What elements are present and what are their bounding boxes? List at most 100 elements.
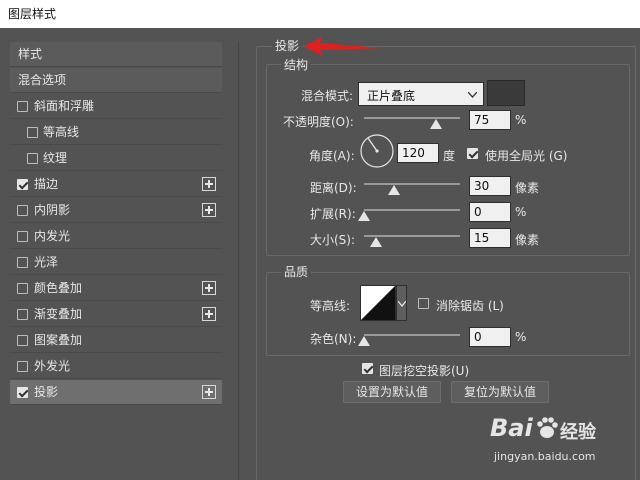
paw-icon (537, 417, 558, 438)
add-gradient-overlay-icon[interactable] (202, 307, 216, 321)
spread-slider-thumb[interactable] (358, 211, 370, 221)
checkbox-color-overlay[interactable] (17, 283, 28, 294)
style-list-item-contour[interactable]: 等高线 (10, 120, 222, 145)
noise-label: 杂色(N): (310, 332, 357, 346)
distance-input[interactable]: 30 (469, 176, 511, 196)
spread-input[interactable]: 0 (469, 202, 511, 222)
chevron-down-icon (398, 301, 406, 307)
style-list-item-label: 内阴影 (34, 203, 71, 217)
style-list-item-inner-glow[interactable]: 内发光 (10, 224, 222, 249)
distance-slider-thumb[interactable] (388, 185, 400, 195)
spread-slider-track[interactable] (364, 209, 460, 211)
checkbox-pattern-overlay[interactable] (17, 335, 28, 346)
style-list-item-drop-shadow[interactable]: 投影 (10, 380, 222, 405)
style-list-item-label: 描边 (34, 177, 59, 191)
noise-slider-track[interactable] (364, 334, 460, 336)
distance-slider-track[interactable] (364, 183, 460, 185)
opacity-label: 不透明度(O): (283, 115, 354, 129)
global-light-checkbox[interactable] (467, 148, 478, 159)
opacity-input[interactable]: 75 (469, 110, 511, 130)
baidu-watermark: Bai 经验 jingyan.baidu.com (490, 410, 610, 470)
window-title-bar: 图层样式 (0, 0, 640, 28)
style-list-item-label: 斜面和浮雕 (34, 99, 95, 113)
noise-input[interactable]: 0 (469, 327, 511, 347)
opacity-slider-thumb[interactable] (430, 119, 442, 129)
angle-dial-icon[interactable] (359, 133, 395, 169)
antialias-checkbox[interactable] (418, 298, 429, 309)
noise-unit: % (515, 330, 527, 344)
checkbox-drop-shadow[interactable] (17, 387, 28, 398)
checkbox-bevel-emboss[interactable] (17, 101, 28, 112)
contour-curve-icon (361, 286, 395, 320)
add-color-overlay-icon[interactable] (202, 281, 216, 295)
annotation-arrow-icon (304, 37, 384, 56)
checkbox-inner-glow[interactable] (17, 231, 28, 242)
shadow-color-swatch[interactable] (487, 80, 525, 106)
blend-mode-label: 混合模式: (301, 89, 354, 103)
reset-default-button[interactable]: 复位为默认值 (451, 381, 549, 403)
style-list-item-gradient-overlay[interactable]: 渐变叠加 (10, 302, 222, 327)
style-list-item-label: 光泽 (34, 255, 59, 269)
style-list-item-stroke[interactable]: 描边 (10, 172, 222, 197)
style-list-item-texture[interactable]: 纹理 (10, 146, 222, 171)
style-list-item-label: 投影 (34, 385, 59, 399)
style-list-item-label: 颜色叠加 (34, 281, 83, 295)
antialias-label: 消除锯齿 (L) (436, 299, 504, 313)
checkbox-inner-shadow[interactable] (17, 205, 28, 216)
contour-dropdown-button[interactable] (396, 285, 407, 321)
checkbox-texture[interactable] (27, 153, 38, 164)
structure-group-title: 结构 (281, 56, 312, 73)
style-list-header-styles[interactable]: 样式 (10, 42, 222, 67)
style-list-item-label: 等高线 (43, 125, 80, 139)
checkbox-stroke[interactable] (17, 179, 28, 190)
style-list-item-outer-glow[interactable]: 外发光 (10, 354, 222, 379)
style-list-item-label: 混合选项 (18, 73, 67, 87)
watermark-brand2: 经验 (560, 422, 596, 443)
size-input[interactable]: 15 (469, 228, 511, 248)
angle-unit: 度 (443, 149, 456, 163)
spread-label: 扩展(R): (310, 207, 356, 221)
spread-unit: % (515, 205, 527, 219)
style-list-item-label: 图案叠加 (34, 333, 83, 347)
make-default-button[interactable]: 设置为默认值 (343, 381, 441, 403)
style-list-item-inner-shadow[interactable]: 内阴影 (10, 198, 222, 223)
size-label: 大小(S): (310, 233, 356, 247)
angle-input[interactable]: 120 (397, 143, 439, 163)
add-inner-shadow-icon[interactable] (202, 203, 216, 217)
blend-mode-value: 正片叠底 (367, 89, 416, 103)
add-stroke-icon[interactable] (202, 177, 216, 191)
angle-label: 角度(A): (309, 149, 355, 163)
blend-mode-select[interactable]: 正片叠底 (358, 82, 484, 106)
watermark-brand: Bai (490, 414, 533, 442)
style-list-header-blending-options[interactable]: 混合选项 (10, 68, 222, 93)
style-list-item-bevel-emboss[interactable]: 斜面和浮雕 (10, 94, 222, 119)
opacity-unit: % (515, 113, 527, 127)
contour-preview[interactable] (360, 285, 396, 321)
opacity-slider-track[interactable] (364, 117, 460, 119)
checkbox-satin[interactable] (17, 257, 28, 268)
noise-slider-thumb[interactable] (358, 336, 370, 346)
checkbox-gradient-overlay[interactable] (17, 309, 28, 320)
style-list-item-label: 内发光 (34, 229, 71, 243)
size-unit: 像素 (515, 233, 540, 247)
style-list-item-pattern-overlay[interactable]: 图案叠加 (10, 328, 222, 353)
window-title: 图层样式 (8, 7, 57, 21)
panel-divider (238, 42, 239, 480)
distance-unit: 像素 (515, 181, 540, 195)
panel-title: 投影 (272, 37, 303, 54)
contour-label: 等高线: (310, 299, 351, 313)
distance-label: 距离(D): (310, 181, 357, 195)
layer-knockout-checkbox[interactable] (362, 363, 373, 374)
style-list-item-label: 纹理 (43, 151, 68, 165)
size-slider-thumb[interactable] (370, 237, 382, 247)
layer-knockout-label: 图层挖空投影(U) (379, 364, 470, 378)
chevron-down-icon (468, 92, 477, 98)
checkbox-contour[interactable] (27, 127, 38, 138)
checkbox-outer-glow[interactable] (17, 361, 28, 372)
add-drop-shadow-icon[interactable] (202, 385, 216, 399)
style-list-item-satin[interactable]: 光泽 (10, 250, 222, 275)
style-list-item-color-overlay[interactable]: 颜色叠加 (10, 276, 222, 301)
quality-group-title: 品质 (281, 263, 312, 280)
global-light-label: 使用全局光 (G) (485, 149, 568, 163)
style-list: 样式 混合选项 斜面和浮雕 等高线 纹理 描边 内阴影 内发光 光泽 颜色叠加 (10, 42, 222, 406)
